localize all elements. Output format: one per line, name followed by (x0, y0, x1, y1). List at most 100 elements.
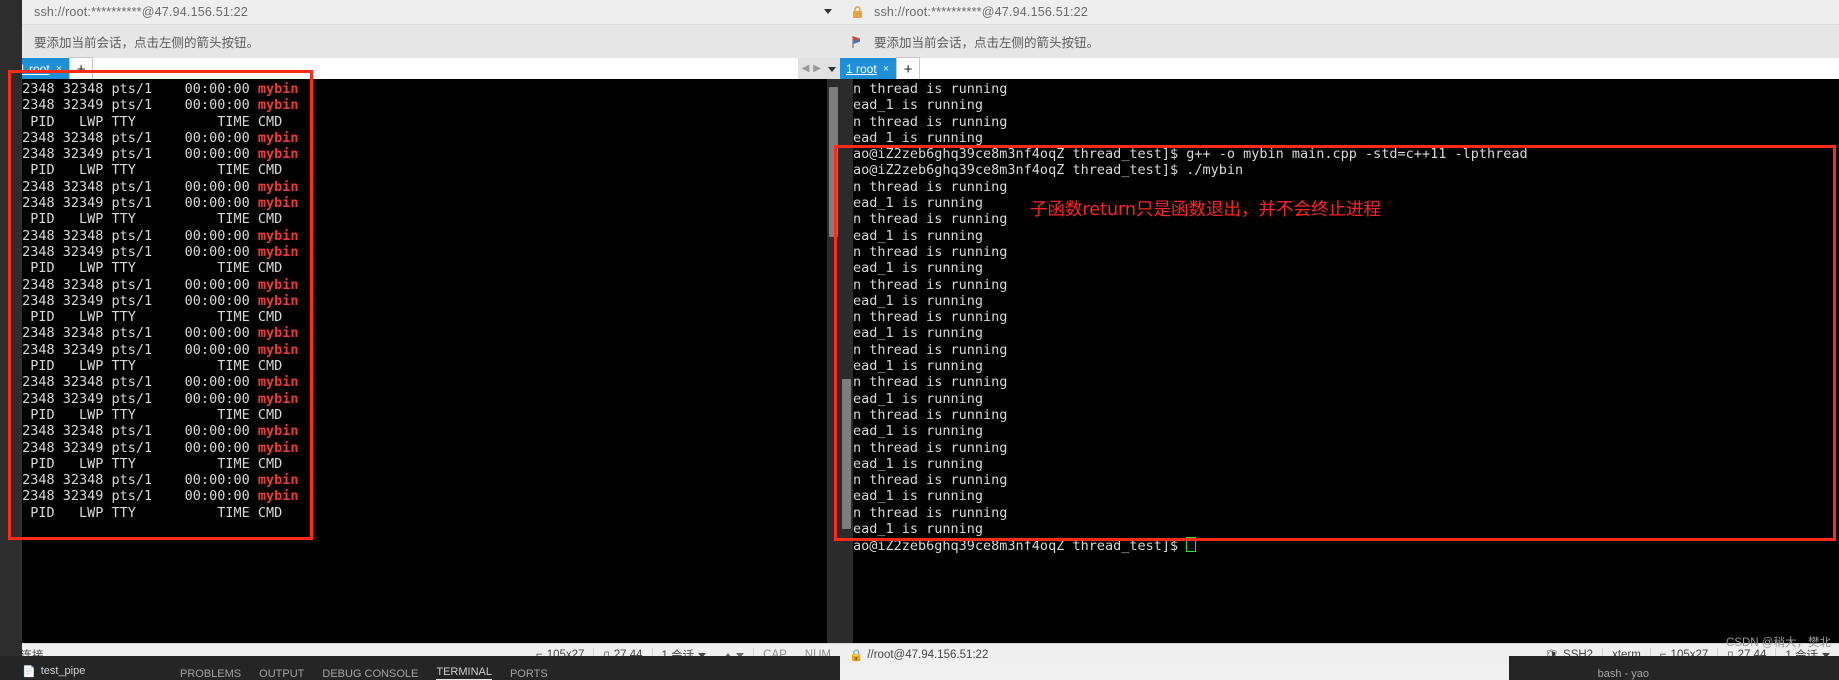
terminal-line: PID LWP TTY TIME CMD (14, 113, 283, 130)
right-tab-filler (920, 58, 1839, 80)
right-tab-label: 1 root (846, 62, 877, 76)
right-url-bar[interactable]: ssh://root:**********@47.94.156.51:22 (840, 0, 1839, 25)
terminal-line: 32348 32349 pts/1 00:00:00 mybin (14, 439, 299, 456)
terminal-line: PID LWP TTY TIME CMD (14, 455, 283, 472)
left-add-tab-button[interactable]: + (69, 57, 94, 80)
terminal-line: 32348 32348 pts/1 00:00:00 mybin (14, 129, 299, 146)
left-url-text: ssh://root:**********@47.94.156.51:22 (34, 5, 248, 19)
terminal-line: 32348 32348 pts/1 00:00:00 mybin (14, 374, 299, 391)
terminal-line: 32348 32348 pts/1 00:00:00 mybin (14, 227, 299, 244)
watermark: CSDN @稍大，樊北 (1726, 637, 1831, 649)
terminal-line: PID LWP TTY TIME CMD (14, 211, 283, 228)
terminal-line: PID LWP TTY TIME CMD (14, 504, 283, 521)
right-terminal[interactable]: n thread is running ead_1 is running n thr… (840, 79, 1839, 644)
left-url-bar[interactable]: ssh://root:**********@47.94.156.51:22 (0, 0, 840, 25)
terminal-line: ead_1 is running (853, 423, 984, 440)
terminal-line: 32348 32349 pts/1 00:00:00 mybin (14, 292, 299, 309)
terminal-line: 32348 32348 pts/1 00:00:00 mybin (14, 472, 299, 489)
vscode-shell-indicator[interactable]: bash - yao (1509, 656, 1839, 680)
terminal-line: n thread is running (853, 341, 1008, 358)
terminal-line: ead_1 is running (853, 292, 984, 309)
right-status-path: 🔒 //root@47.94.156.51:22 (840, 648, 997, 662)
terminal-line: 32348 32348 pts/1 00:00:00 mybin (14, 81, 299, 97)
terminal-line: PID LWP TTY TIME CMD (14, 260, 283, 277)
terminal-line: 32348 32349 pts/1 00:00:00 mybin (14, 195, 299, 212)
terminal-line: n thread is running (853, 406, 1008, 423)
terminal-line: 32348 32348 pts/1 00:00:00 mybin (14, 325, 299, 342)
terminal-line: n thread is running (853, 374, 1008, 391)
chevron-down-icon[interactable] (824, 9, 832, 14)
terminal-line: ead_1 is running (853, 325, 984, 342)
tab-prev-icon[interactable]: ◀ (802, 64, 810, 74)
terminal-line: ao@iZ2zeb6ghq39ce8m3nf4oqZ thread_test]$… (853, 146, 1528, 163)
terminal-line: 32348 32348 pts/1 00:00:00 mybin (14, 276, 299, 293)
terminal-line: 32348 32348 pts/1 00:00:00 mybin (14, 423, 299, 440)
terminal-line: 32348 32349 pts/1 00:00:00 mybin (14, 488, 299, 505)
terminal-line: PID LWP TTY TIME CMD (14, 406, 283, 423)
lock-icon: 🔒 (849, 650, 864, 662)
terminal-line: n thread is running (853, 309, 1008, 326)
vscode-shell-name: bash - yao (1597, 668, 1649, 680)
close-icon[interactable]: × (883, 63, 889, 75)
terminal-line: ead 1 is running (853, 129, 984, 146)
tab-next-icon[interactable]: ▶ (813, 64, 821, 74)
file-icon: 📄 (22, 665, 36, 678)
lock-icon (840, 5, 874, 19)
left-notice-text: 要添加当前会话，点击左侧的箭头按钮。 (34, 36, 260, 50)
right-add-tab-button[interactable]: + (896, 57, 921, 80)
terminal-line: n thread is running (853, 472, 1008, 489)
terminal-line: n thread is running (853, 504, 1008, 521)
vscode-file-name: test_pipe (40, 665, 86, 677)
terminal-line: 32348 32349 pts/1 00:00:00 mybin (14, 146, 299, 163)
terminal-line: ead_1 is running (853, 358, 984, 375)
terminal-line: ead_1 is running (853, 521, 984, 538)
close-icon[interactable]: × (56, 63, 62, 75)
terminal-line: ead_1 is running (853, 390, 984, 407)
terminal-line: n thread is running (853, 81, 1008, 97)
terminal-line: ead_1 is running (853, 455, 984, 472)
terminal-line: 32348 32348 pts/1 00:00:00 mybin (14, 178, 299, 195)
terminal-line: 32348 32349 pts/1 00:00:00 mybin (14, 390, 299, 407)
panel-tab-terminal[interactable]: TERMINAL (436, 666, 492, 680)
terminal-line: n thread is running (853, 243, 1008, 260)
terminal-line: ead_1 is running (853, 227, 984, 244)
terminal-line: ead_1 is running (853, 97, 984, 114)
left-tab-label: 1 root (19, 62, 50, 76)
terminal-line: 32348 32349 pts/1 00:00:00 mybin (14, 97, 299, 114)
terminal-line: ead_1 is running (853, 488, 984, 505)
right-status-path-value: //root@47.94.156.51:22 (867, 649, 989, 661)
terminal-cursor (1186, 537, 1197, 553)
terminal-line: 32348 32349 pts/1 00:00:00 mybin (14, 341, 299, 358)
left-terminal-lines: 32348 32348 pts/1 00:00:00 mybin 32348 32… (0, 79, 840, 521)
panel-tab-output[interactable]: OUTPUT (259, 668, 304, 680)
vscode-open-file[interactable]: 📄 test_pipe (22, 662, 85, 680)
terminal-line: n thread is running (853, 178, 1008, 195)
panel-tab-debug-console[interactable]: DEBUG CONSOLE (322, 668, 418, 680)
right-terminal-window: ssh://root:**********@47.94.156.51:22 要添… (840, 0, 1839, 680)
vscode-panel-tabs[interactable]: PROBLEMS OUTPUT DEBUG CONSOLE TERMINAL P… (0, 656, 840, 680)
terminal-prompt-line[interactable]: ao@iZ2zeb6ghq39ce8m3nf4oqZ thread_test]$ (853, 537, 1839, 555)
terminal-line: ead_1 is running (853, 260, 984, 277)
screenshot-root: ssh://root:**********@47.94.156.51:22 要添… (0, 0, 1839, 680)
tab-list-icon[interactable] (828, 66, 836, 72)
vscode-activity-bar[interactable] (0, 0, 22, 680)
right-tab-1-root[interactable]: 1 root × (840, 58, 897, 80)
right-url-text: ssh://root:**********@47.94.156.51:22 (874, 5, 1088, 19)
left-tab-filler (93, 58, 798, 80)
terminal-line: n thread is running (853, 276, 1008, 293)
terminal-line: PID LWP TTY TIME CMD (14, 309, 283, 326)
right-notice-bar: 要添加当前会话，点击左侧的箭头按钮。 (840, 25, 1839, 58)
terminal-line: n thread is running (853, 113, 1008, 130)
left-terminal[interactable]: 32348 32348 pts/1 00:00:00 mybin 32348 32… (0, 79, 840, 644)
terminal-line: ao@iZ2zeb6ghq39ce8m3nf4oqZ thread_test]$… (853, 162, 1244, 179)
right-terminal-lines: n thread is running ead_1 is running n thr… (840, 79, 1839, 554)
left-tab-strip: 1 root × + ◀ ▶ (0, 57, 840, 80)
panel-tab-ports[interactable]: PORTS (510, 668, 548, 680)
left-tab-nav[interactable]: ◀ ▶ (798, 58, 840, 80)
right-tab-strip: 1 root × + (840, 57, 1839, 80)
left-terminal-window: ssh://root:**********@47.94.156.51:22 要添… (0, 0, 840, 680)
terminal-line: n thread is running (853, 439, 1008, 456)
panel-tab-problems[interactable]: PROBLEMS (180, 668, 241, 680)
prompt-text: ao@iZ2zeb6ghq39ce8m3nf4oqZ thread_test]$ (853, 538, 1187, 555)
terminal-line: PID LWP TTY TIME CMD (14, 162, 283, 179)
